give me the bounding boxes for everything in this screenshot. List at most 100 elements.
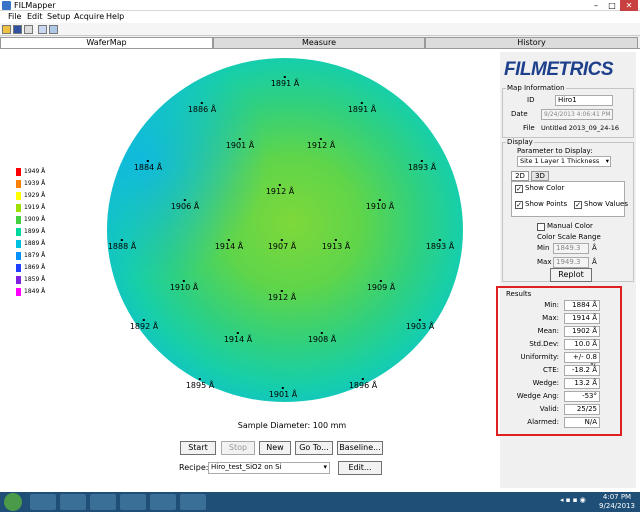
baseline-button[interactable]: Baseline...	[337, 441, 383, 455]
result-value: -18.2 Å	[564, 365, 600, 376]
start-orb-icon[interactable]	[4, 493, 22, 511]
toolbar	[0, 23, 640, 36]
save-icon[interactable]	[13, 25, 22, 34]
date-field: 9/24/2013 4:06:41 PM	[541, 109, 613, 120]
print-icon[interactable]	[24, 25, 33, 34]
filmapper-taskbar-icon[interactable]	[180, 494, 206, 510]
menu-edit[interactable]: Edit	[27, 11, 43, 23]
measurement-point[interactable]: 1891 Å	[271, 76, 299, 88]
measurement-point[interactable]: 1909 Å	[367, 280, 395, 292]
measurement-point[interactable]: 1895 Å	[186, 378, 214, 390]
measurement-point[interactable]: 1901 Å	[226, 138, 254, 150]
max-scale-field[interactable]: 1949.3	[553, 257, 589, 268]
map-information-group: Map Information ID Hiro1 Date 9/24/2013 …	[502, 84, 634, 138]
open-folder-icon[interactable]	[2, 25, 11, 34]
measurement-point[interactable]: 1913 Å	[322, 239, 350, 251]
start-button[interactable]: Start	[180, 441, 216, 455]
result-label: Valid:	[539, 405, 559, 413]
legend-swatch	[16, 240, 21, 248]
point-value: 1884 Å	[133, 163, 163, 172]
paste-icon[interactable]	[49, 25, 58, 34]
point-value: 1909 Å	[366, 283, 396, 292]
internet-explorer-icon[interactable]	[30, 494, 56, 510]
result-label: Mean:	[537, 327, 559, 335]
file-explorer-icon[interactable]	[60, 494, 86, 510]
show-color-checkbox[interactable]: ✓	[515, 185, 523, 193]
new-button[interactable]: New	[259, 441, 291, 455]
point-value: 1910 Å	[365, 202, 395, 211]
measurement-point[interactable]: 1908 Å	[308, 332, 336, 344]
measurement-point[interactable]: 1886 Å	[188, 102, 216, 114]
goto-button[interactable]: Go To...	[295, 441, 333, 455]
parameter-select[interactable]: Site 1 Layer 1 Thickness ▾	[517, 156, 611, 167]
menu-help[interactable]: Help	[106, 11, 124, 23]
point-marker	[143, 319, 145, 321]
measurement-point[interactable]: 1893 Å	[408, 160, 436, 172]
stop-button[interactable]: Stop	[221, 441, 255, 455]
measurement-point[interactable]: 1910 Å	[170, 280, 198, 292]
window-title: FILMapper	[14, 1, 56, 10]
point-marker	[284, 76, 286, 78]
parameter-label: Parameter to Display:	[517, 147, 593, 155]
measurement-point[interactable]: 1891 Å	[348, 102, 376, 114]
show-points-checkbox[interactable]: ✓	[515, 201, 523, 209]
edit-recipe-button[interactable]: Edit...	[338, 461, 382, 475]
point-value: 1901 Å	[225, 141, 255, 150]
date-label: Date	[511, 110, 528, 118]
measurement-point[interactable]: 1892 Å	[130, 319, 158, 331]
manual-color-checkbox[interactable]	[537, 223, 545, 231]
clock[interactable]: 4:07 PM 9/24/2013	[598, 493, 636, 511]
color-legend: 1949 Å 1939 Å 1929 Å 1919 Å 1909 Å 1899 Å 1889…	[16, 168, 62, 298]
maximize-button[interactable]: □	[604, 0, 620, 11]
point-value: 1893 Å	[407, 163, 437, 172]
recipe-select[interactable]: Hiro_test_SiO2 on Si ▾	[208, 462, 330, 474]
measurement-point[interactable]: 1906 Å	[171, 199, 199, 211]
measurement-point[interactable]: 1912 Å	[268, 290, 296, 302]
point-marker	[362, 378, 364, 380]
media-player-icon[interactable]	[90, 494, 116, 510]
id-field[interactable]: Hiro1	[555, 95, 613, 106]
tab-measure[interactable]: Measure	[213, 37, 425, 48]
taskbar: ◂ ▪ ▪ ◉ 4:07 PM 9/24/2013	[0, 492, 640, 512]
close-button[interactable]: ✕	[620, 0, 638, 11]
measurement-point[interactable]: 1884 Å	[134, 160, 162, 172]
result-value: 10.0 Å	[564, 339, 600, 350]
point-marker	[419, 319, 421, 321]
point-marker	[228, 239, 230, 241]
measurement-point[interactable]: 1901 Å	[269, 387, 297, 399]
minimize-button[interactable]: –	[588, 0, 604, 11]
measurement-point[interactable]: 1914 Å	[224, 332, 252, 344]
music-icon[interactable]	[120, 494, 146, 510]
map-information-heading: Map Information	[506, 84, 566, 92]
replot-button[interactable]: Replot	[550, 268, 592, 282]
tab-3d[interactable]: 3D	[531, 171, 549, 181]
display-heading: Display	[506, 138, 534, 146]
menu-acquire[interactable]: Acquire	[74, 11, 104, 23]
measurement-point[interactable]: 1903 Å	[406, 319, 434, 331]
menu-file[interactable]: File	[8, 11, 21, 23]
copy-icon[interactable]	[38, 25, 47, 34]
tray-icons[interactable]: ◂ ▪ ▪ ◉	[560, 496, 596, 508]
measurement-point[interactable]: 1912 Å	[307, 138, 335, 150]
measurement-point[interactable]: 1907 Å	[268, 239, 296, 251]
measurement-point[interactable]: 1912 Å	[266, 184, 294, 196]
result-value: 1902 Å	[564, 326, 600, 337]
show-values-checkbox[interactable]: ✓	[574, 201, 582, 209]
menu-setup[interactable]: Setup	[47, 11, 70, 23]
legend-label: 1919 Å	[24, 204, 46, 211]
measurement-point[interactable]: 1893 Å	[426, 239, 454, 251]
point-value: 1903 Å	[405, 322, 435, 331]
measurement-point[interactable]: 1914 Å	[215, 239, 243, 251]
point-marker	[121, 239, 123, 241]
measurement-point[interactable]: 1896 Å	[349, 378, 377, 390]
point-marker	[279, 184, 281, 186]
tab-history[interactable]: History	[425, 37, 638, 48]
min-scale-field[interactable]: 1849.3	[553, 243, 589, 254]
measurement-point[interactable]: 1888 Å	[108, 239, 136, 251]
legend-label: 1929 Å	[24, 192, 46, 199]
point-value: 1888 Å	[107, 242, 137, 251]
legend-swatch	[16, 252, 21, 260]
measurement-point[interactable]: 1910 Å	[366, 199, 394, 211]
tab-2d[interactable]: 2D	[511, 171, 529, 181]
paint-icon[interactable]	[150, 494, 176, 510]
